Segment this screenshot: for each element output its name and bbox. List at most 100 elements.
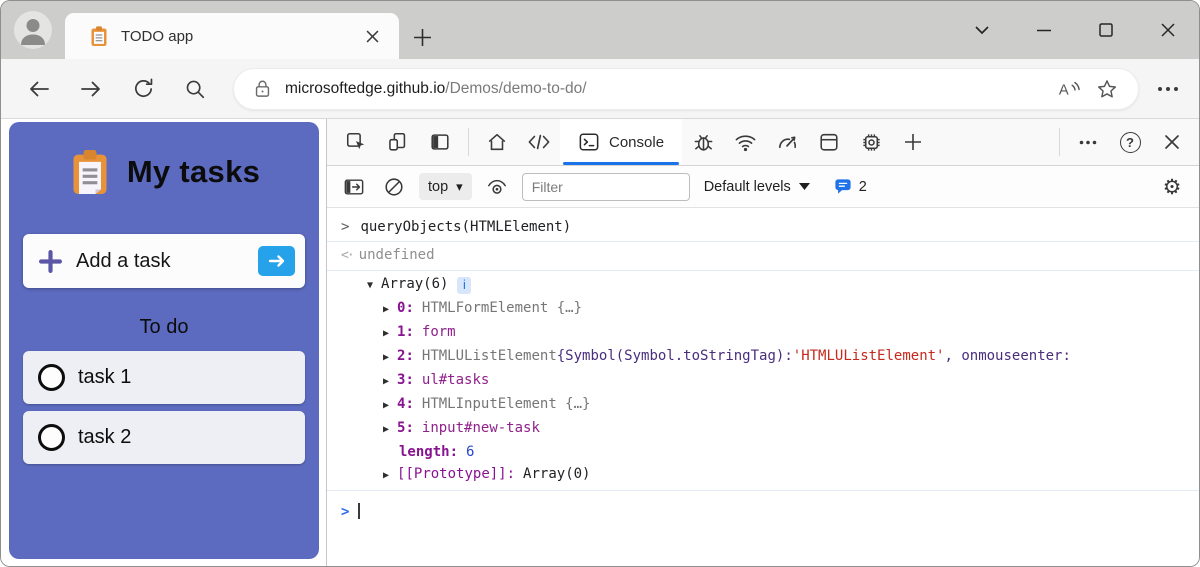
messages-bubble-icon xyxy=(835,179,851,194)
favorites-star-icon[interactable] xyxy=(1088,72,1126,106)
array-header-row[interactable]: Array(6) i xyxy=(327,273,1199,297)
console-output[interactable]: queryObjects(HTMLElement) undefined Arra… xyxy=(327,208,1199,566)
array-item-row[interactable]: 2: HTMLUListElement {Symbol(Symbol.toStr… xyxy=(327,345,1199,369)
disclosure-closed-icon[interactable] xyxy=(383,323,389,345)
levels-label: Default levels xyxy=(703,178,791,195)
info-badge[interactable]: i xyxy=(457,276,472,294)
app-title: My tasks xyxy=(126,154,261,189)
tab-close-icon[interactable] xyxy=(359,23,385,49)
devtools-right-controls xyxy=(1052,119,1199,165)
disclosure-closed-icon[interactable] xyxy=(383,465,389,487)
disclosure-closed-icon[interactable] xyxy=(383,371,389,393)
toolbar-separator xyxy=(1059,128,1060,156)
read-aloud-icon[interactable]: A xyxy=(1050,72,1088,106)
browser-tab[interactable]: TODO app xyxy=(65,13,399,59)
minimize-button[interactable] xyxy=(1013,1,1075,59)
memory-chip-icon[interactable] xyxy=(850,119,892,165)
console-message-count[interactable]: 2 xyxy=(834,178,867,195)
array-item-row[interactable]: 3: ul#tasks xyxy=(327,369,1199,393)
javascript-context-dropdown[interactable]: top xyxy=(419,173,472,200)
add-task-label: Add a task xyxy=(76,249,171,272)
console-prompt[interactable] xyxy=(327,491,1199,523)
lock-icon[interactable] xyxy=(254,79,271,98)
array-item-row[interactable]: 1: form xyxy=(327,321,1199,345)
length-value: 6 xyxy=(466,444,475,460)
toolbar-separator xyxy=(468,128,469,156)
performance-gauge-icon[interactable] xyxy=(766,119,808,165)
console-filter-input[interactable] xyxy=(521,172,690,201)
new-tab-button[interactable] xyxy=(407,23,437,51)
live-expression-eye-icon[interactable] xyxy=(482,172,512,202)
console-toolbar: top Default levels 2 xyxy=(327,166,1199,208)
todo-favicon-icon xyxy=(91,26,107,46)
close-window-button[interactable] xyxy=(1137,1,1199,59)
arrow-right-icon xyxy=(268,255,284,267)
console-array-entry: Array(6) i 0: HTMLFormElement {…} 1: for… xyxy=(327,271,1199,491)
item-key: 3: xyxy=(397,372,414,388)
disclosure-closed-icon[interactable] xyxy=(383,347,389,369)
add-task-submit-button[interactable] xyxy=(258,246,295,276)
elements-code-icon[interactable] xyxy=(518,119,560,165)
add-task-field[interactable]: Add a task xyxy=(23,234,305,288)
maximize-button[interactable] xyxy=(1075,1,1137,59)
dropdown-caret-icon xyxy=(798,182,810,190)
disclosure-open-icon[interactable] xyxy=(367,275,373,297)
tab-title: TODO app xyxy=(121,27,194,45)
browser-toolbar: microsoftedge.github.io/Demos/demo-to-do… xyxy=(1,59,1199,119)
task-list: task 1 task 2 xyxy=(23,351,305,464)
inspect-element-icon[interactable] xyxy=(335,119,377,165)
log-levels-dropdown[interactable]: Default levels xyxy=(704,179,810,195)
message-count-value: 2 xyxy=(858,178,867,195)
dock-side-icon[interactable] xyxy=(419,119,461,165)
customize-devtools-dots-icon[interactable] xyxy=(1067,119,1109,165)
console-settings-gear-icon[interactable] xyxy=(1157,172,1187,202)
browser-window: TODO app microsoftedge.github.io/Demos/d… xyxy=(0,0,1200,567)
forward-button[interactable] xyxy=(69,69,113,109)
prototype-row[interactable]: [[Prototype]]: Array(0) xyxy=(327,463,1199,487)
issues-bug-icon[interactable] xyxy=(682,119,724,165)
more-tools-plus-icon[interactable] xyxy=(892,119,934,165)
page-viewport: My tasks Add a task To do task 1 task 2 xyxy=(1,119,326,566)
address-bar[interactable]: microsoftedge.github.io/Demos/demo-to-do… xyxy=(233,67,1139,110)
app-header: My tasks xyxy=(9,148,319,196)
task-row[interactable]: task 2 xyxy=(23,411,305,464)
prompt-chevron-icon xyxy=(341,501,349,523)
help-icon[interactable] xyxy=(1109,119,1151,165)
disclosure-closed-icon[interactable] xyxy=(383,299,389,321)
task-row[interactable]: task 1 xyxy=(23,351,305,404)
array-item-row[interactable]: 5: input#new-task xyxy=(327,417,1199,441)
device-emulation-icon[interactable] xyxy=(377,119,419,165)
console-sidebar-toggle-icon[interactable] xyxy=(339,172,369,202)
task-label: task 1 xyxy=(78,366,132,388)
person-icon xyxy=(21,19,45,45)
network-wifi-icon[interactable] xyxy=(724,119,766,165)
profile-avatar[interactable] xyxy=(14,11,52,49)
application-icon[interactable] xyxy=(808,119,850,165)
item-node: form xyxy=(421,324,456,340)
refresh-button[interactable] xyxy=(121,69,165,109)
disclosure-closed-icon[interactable] xyxy=(383,395,389,417)
array-item-row[interactable]: 0: HTMLFormElement {…} xyxy=(327,297,1199,321)
item-key: 0: xyxy=(397,300,414,316)
task-checkbox[interactable] xyxy=(38,424,65,451)
item-string-value: 'HTMLUListElement' xyxy=(792,348,945,364)
task-checkbox[interactable] xyxy=(38,364,65,391)
url-host: microsoftedge.github.io xyxy=(285,79,446,97)
console-result-entry: undefined xyxy=(327,242,1199,271)
array-item-row[interactable]: 4: HTMLInputElement {…} xyxy=(327,393,1199,417)
url-text: microsoftedge.github.io/Demos/demo-to-do… xyxy=(285,80,1050,98)
welcome-home-icon[interactable] xyxy=(476,119,518,165)
back-button[interactable] xyxy=(17,69,61,109)
search-icon[interactable] xyxy=(173,69,217,109)
svg-text:A: A xyxy=(1059,82,1069,98)
array-length-row: length: 6 xyxy=(327,441,1199,463)
disclosure-closed-icon[interactable] xyxy=(383,419,389,441)
plus-icon xyxy=(39,249,62,273)
close-devtools-icon[interactable] xyxy=(1151,119,1193,165)
tab-console[interactable]: Console xyxy=(560,119,683,165)
item-node: input#new-task xyxy=(421,420,540,436)
clear-console-icon[interactable] xyxy=(379,172,409,202)
browser-menu-dots-icon[interactable] xyxy=(1145,69,1191,109)
window-controls xyxy=(951,1,1199,59)
tab-search-chevron-icon[interactable] xyxy=(951,1,1013,59)
